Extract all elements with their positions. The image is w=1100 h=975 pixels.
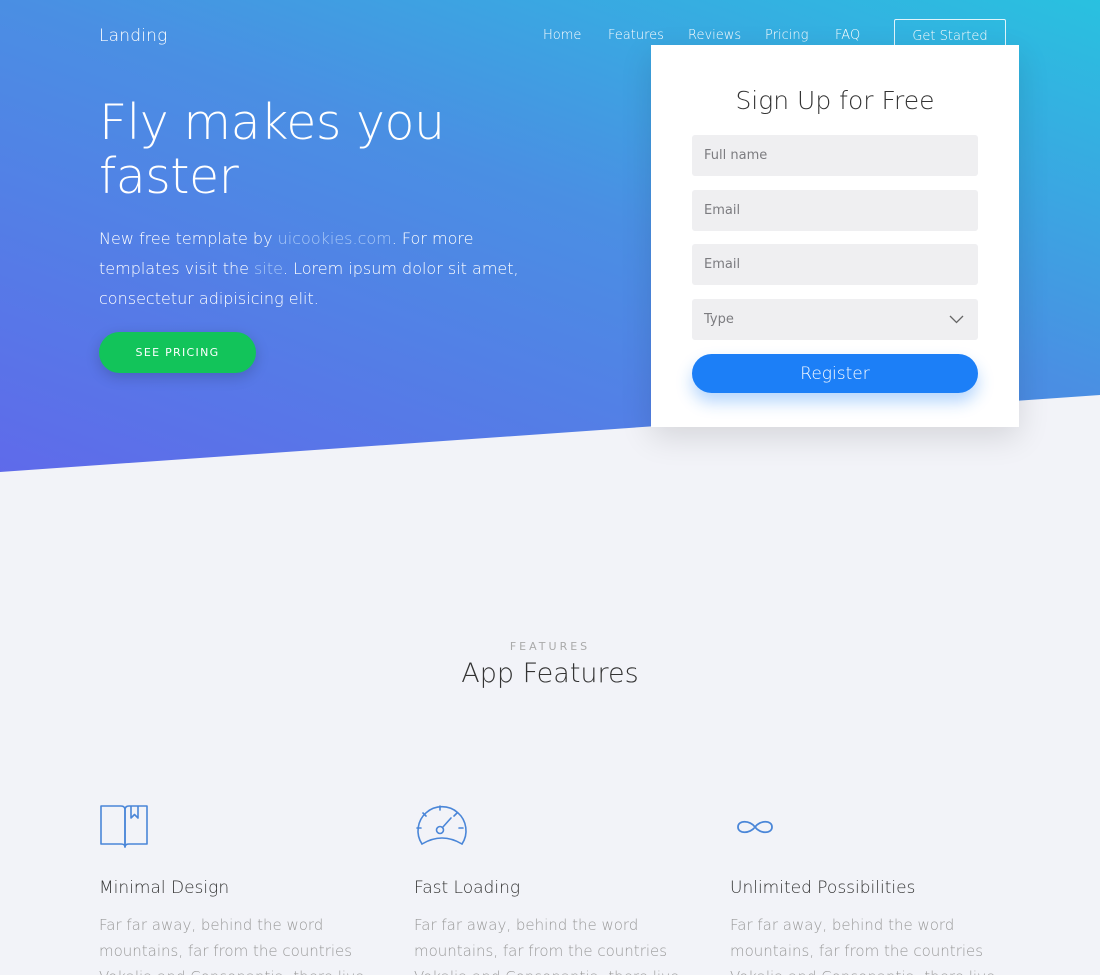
feature-title: Fast Loading	[414, 878, 521, 898]
email-input[interactable]	[692, 190, 978, 231]
type-select[interactable]: Type	[692, 299, 978, 340]
site-link[interactable]: site	[254, 259, 283, 278]
full-name-input[interactable]	[692, 135, 978, 176]
chevron-down-icon	[949, 315, 964, 324]
signup-card: Sign Up for Free Type Register	[651, 45, 1019, 427]
features-title: App Features	[461, 658, 639, 689]
feature-minimal-design: Minimal Design Far far away, behind the …	[99, 800, 399, 975]
nav-features[interactable]: Features	[608, 28, 664, 43]
register-button[interactable]: Register	[692, 354, 978, 393]
hero-title: Fly makes you faster	[99, 96, 559, 204]
feature-description: Far far away, behind the word mountains,…	[414, 916, 679, 975]
feature-description: Far far away, behind the word mountains,…	[99, 916, 364, 975]
infinity-icon	[737, 820, 773, 834]
hero-title-line-2: faster	[99, 148, 239, 205]
signup-title: Sign Up for Free	[735, 86, 935, 115]
see-pricing-button[interactable]: SEE PRICING	[99, 332, 256, 373]
hero-text-1: New free template by	[99, 229, 278, 248]
email-confirm-input[interactable]	[692, 244, 978, 285]
nav-reviews[interactable]: Reviews	[688, 28, 741, 43]
type-select-label: Type	[704, 312, 734, 327]
nav-pricing[interactable]: Pricing	[765, 28, 808, 43]
feature-title: Minimal Design	[99, 878, 230, 898]
feature-description: Far far away, behind the word mountains,…	[730, 916, 995, 975]
nav-faq[interactable]: FAQ	[835, 28, 860, 43]
nav-home[interactable]: Home	[543, 28, 581, 43]
book-icon	[100, 805, 148, 848]
features-eyebrow: FEATURES	[509, 640, 591, 653]
uicookies-link[interactable]: uicookies.com	[278, 229, 392, 248]
feature-unlimited-possibilities: Unlimited Possibilities Far far away, be…	[730, 800, 1030, 975]
speedometer-icon	[416, 805, 467, 845]
hero-title-line-1: Fly makes you	[99, 94, 445, 151]
feature-fast-loading: Fast Loading Far far away, behind the wo…	[414, 800, 714, 975]
feature-title: Unlimited Possibilities	[730, 878, 916, 898]
hero-description: New free template by uicookies.com. For …	[99, 224, 559, 314]
